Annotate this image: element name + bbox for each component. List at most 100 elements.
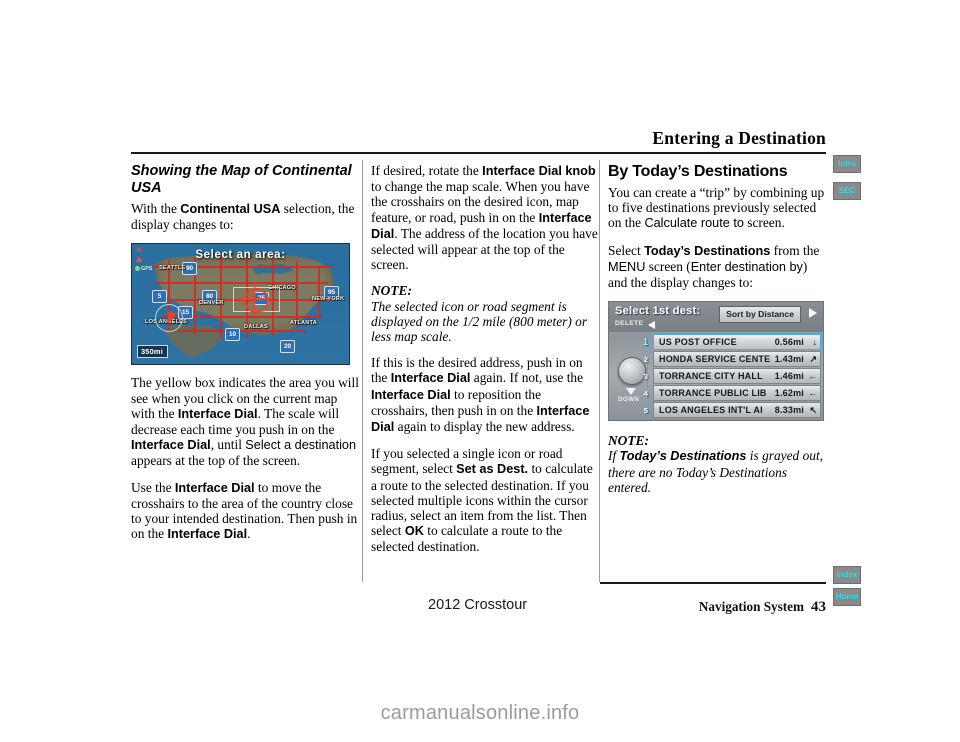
- destination-distance: 1.43mi: [774, 354, 804, 365]
- footer-system-label: Navigation System: [698, 599, 804, 614]
- middle-paragraph-1: If desired, rotate the Interface Dial kn…: [371, 163, 599, 272]
- text-run-bold: Interface Dial: [177, 406, 258, 421]
- text-run-bold: Today’s Destinations: [619, 449, 747, 464]
- column-divider-2: [599, 160, 600, 582]
- text-run-bold: OK: [404, 524, 424, 539]
- destination-name: LOS ANGELES INT'L AI: [659, 405, 763, 416]
- text-run: If desired, rotate the: [371, 163, 483, 178]
- map-screenshot: Select an area: N GPS 90 5 80 15 10 20 9…: [131, 243, 350, 366]
- right-paragraph-1: You can create a “trip” by combining up …: [608, 185, 826, 232]
- map-road: [296, 262, 298, 329]
- text-run: Select: [608, 242, 645, 258]
- watermark: carmanualsonline.info: [380, 702, 580, 724]
- highway-shield-icon: 10: [225, 328, 240, 342]
- footer-model: 2012 Crosstour: [428, 597, 528, 613]
- list-item[interactable]: US POST OFFICE 0.56mi ↓: [653, 334, 821, 351]
- note-label: NOTE:: [371, 283, 412, 299]
- delete-label[interactable]: DELETE: [615, 320, 643, 327]
- left-section-heading: Showing the Map of Continental USA: [131, 163, 352, 196]
- text-run: . The address of the location you have s…: [371, 225, 598, 273]
- highway-shield-icon: 20: [280, 340, 295, 354]
- list-item[interactable]: TORRANCE CITY HALL 1.46mi ←: [653, 368, 821, 385]
- right-note: NOTE: If Today’s Destinations is grayed o…: [608, 433, 826, 495]
- gps-status-icon: GPS: [135, 266, 152, 272]
- column-divider-1: [362, 160, 363, 582]
- map-road: [220, 256, 222, 339]
- text-run-bold: Today’s Destinations: [644, 243, 771, 258]
- middle-paragraph-3: If you selected a single icon or road se…: [371, 446, 599, 554]
- text-run: again. If not, use the: [470, 370, 584, 386]
- text-run: again to display the new address.: [394, 419, 575, 435]
- left-column: Showing the Map of Continental USA With …: [131, 163, 359, 553]
- destination-distance: 0.56mi: [774, 337, 804, 348]
- middle-paragraph-2: If this is the desired address, push in …: [371, 355, 599, 435]
- destination-distance: 1.62mi: [774, 388, 804, 399]
- list-index: 4: [643, 389, 648, 399]
- text-run-sans: MENU: [608, 259, 646, 274]
- map-scale-indicator: 350mi: [137, 345, 168, 359]
- map-road: [318, 266, 320, 319]
- text-run-sans: Select a destination: [245, 438, 357, 453]
- side-tab-sec[interactable]: SEC: [833, 182, 861, 200]
- direction-arrow-icon: ↖: [809, 405, 817, 416]
- direction-arrow-icon: ↗: [809, 354, 817, 365]
- city-label: DENVER: [199, 300, 224, 307]
- left-paragraph-3: Use the Interface Dial to move the cross…: [131, 480, 359, 543]
- middle-note: NOTE: The selected icon or road segment i…: [371, 283, 599, 344]
- text-run-bold: Continental USA: [180, 202, 281, 216]
- list-index: 3: [643, 372, 648, 382]
- direction-arrow-icon: ←: [808, 371, 817, 382]
- text-run: from the: [770, 242, 820, 258]
- text-run-bold: Interface Dial: [390, 371, 471, 386]
- destination-distance: 1.46mi: [774, 371, 804, 382]
- next-arrow-icon[interactable]: [809, 308, 817, 319]
- nav-screen-title: Select 1st dest:: [615, 305, 701, 318]
- footer-page-number: 43: [811, 599, 826, 615]
- left-paragraph-1: With the Continental USA selection, the …: [131, 201, 359, 232]
- side-tab-intro[interactable]: Intro: [833, 155, 861, 173]
- footer-system: Navigation System 43: [600, 599, 826, 616]
- city-label: NEW YORK: [312, 296, 345, 303]
- text-run: screen (: [645, 258, 691, 274]
- text-run-bold: Interface Dial: [167, 527, 248, 542]
- list-item[interactable]: TORRANCE PUBLIC LIB 1.62mi ←: [653, 385, 821, 402]
- navigation-screenshot: Select 1st dest: Sort by Distance DELETE…: [608, 301, 824, 422]
- list-index: 2: [643, 355, 648, 365]
- right-section-heading: By Today’s Destinations: [608, 163, 788, 180]
- text-run-sans: Enter destination by: [690, 259, 803, 274]
- destination-name: TORRANCE CITY HALL: [659, 371, 763, 382]
- map-title: Select an area:: [195, 249, 286, 262]
- note-text: The selected icon or road segment is dis…: [371, 298, 588, 345]
- manual-page: Entering a Destination Showing the Map o…: [0, 0, 960, 742]
- text-run-sans: Calculate route to: [644, 216, 744, 231]
- destination-name: US POST OFFICE: [659, 337, 737, 348]
- destination-list: US POST OFFICE 0.56mi ↓ HONDA SERVICE CE…: [653, 334, 821, 419]
- map-road: [178, 330, 306, 333]
- text-run-bold: Interface Dial: [131, 438, 211, 453]
- list-item[interactable]: HONDA SERVICE CENTE 1.43mi ↗: [653, 351, 821, 368]
- list-index: 5: [643, 406, 648, 416]
- gps-dot-icon: [135, 266, 140, 272]
- note-label: NOTE:: [608, 433, 649, 449]
- left-arrow-icon[interactable]: [648, 321, 655, 330]
- gps-label: GPS: [141, 266, 153, 273]
- sort-by-distance-button[interactable]: Sort by Distance: [719, 306, 801, 324]
- destination-distance: 8.33mi: [774, 405, 804, 416]
- text-run: .: [247, 526, 251, 542]
- destination-name: TORRANCE PUBLIC LIB: [659, 388, 767, 399]
- list-index: 1: [642, 337, 648, 348]
- text-run: If: [608, 448, 620, 464]
- city-label: DALLAS: [244, 324, 268, 331]
- side-tab-index[interactable]: Index: [833, 566, 861, 584]
- list-item[interactable]: LOS ANGELES INT'L AI 8.33mi ↖: [653, 402, 821, 419]
- direction-arrow-icon: ←: [808, 388, 817, 399]
- text-run-bold: Interface Dial knob: [482, 164, 596, 178]
- highway-shield-icon: 5: [152, 290, 167, 304]
- city-label: ATLANTA: [290, 320, 317, 327]
- side-tab-home[interactable]: Home: [833, 588, 861, 606]
- destination-name: HONDA SERVICE CENTE: [659, 354, 771, 365]
- north-label: N: [136, 248, 142, 255]
- text-run: appears at the top of the screen.: [131, 453, 301, 469]
- city-label: SEATTLE: [159, 265, 186, 272]
- text-run: screen.: [743, 215, 785, 231]
